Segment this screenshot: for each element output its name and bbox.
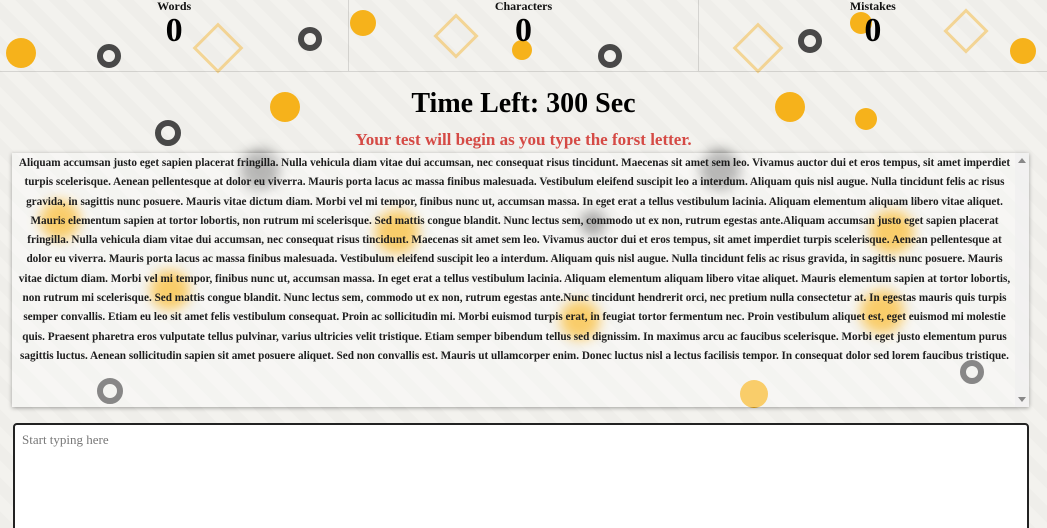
characters-stat: Characters 0: [349, 0, 699, 72]
passage-box[interactable]: Aliquam accumsan justo eget sapien place…: [12, 153, 1029, 407]
scroll-down-icon[interactable]: [1018, 397, 1026, 402]
words-count: 0: [165, 12, 183, 49]
passage-text: Aliquam accumsan justo eget sapien place…: [18, 157, 1011, 362]
stats-bar: Words 0 Characters 0 Mistakes 0: [0, 0, 1047, 72]
words-stat: Words 0: [0, 0, 350, 72]
start-notice: Your test will begin as you type the for…: [355, 130, 692, 149]
typing-input[interactable]: [13, 423, 1029, 528]
characters-count: 0: [514, 12, 532, 49]
timer-heading: Time Left: 300 Sec: [411, 88, 636, 119]
mistakes-stat: Mistakes 0: [698, 0, 1047, 72]
passage-scrollbar[interactable]: [1015, 153, 1029, 407]
scroll-up-icon[interactable]: [1018, 158, 1026, 163]
mistakes-count: 0: [864, 12, 882, 49]
